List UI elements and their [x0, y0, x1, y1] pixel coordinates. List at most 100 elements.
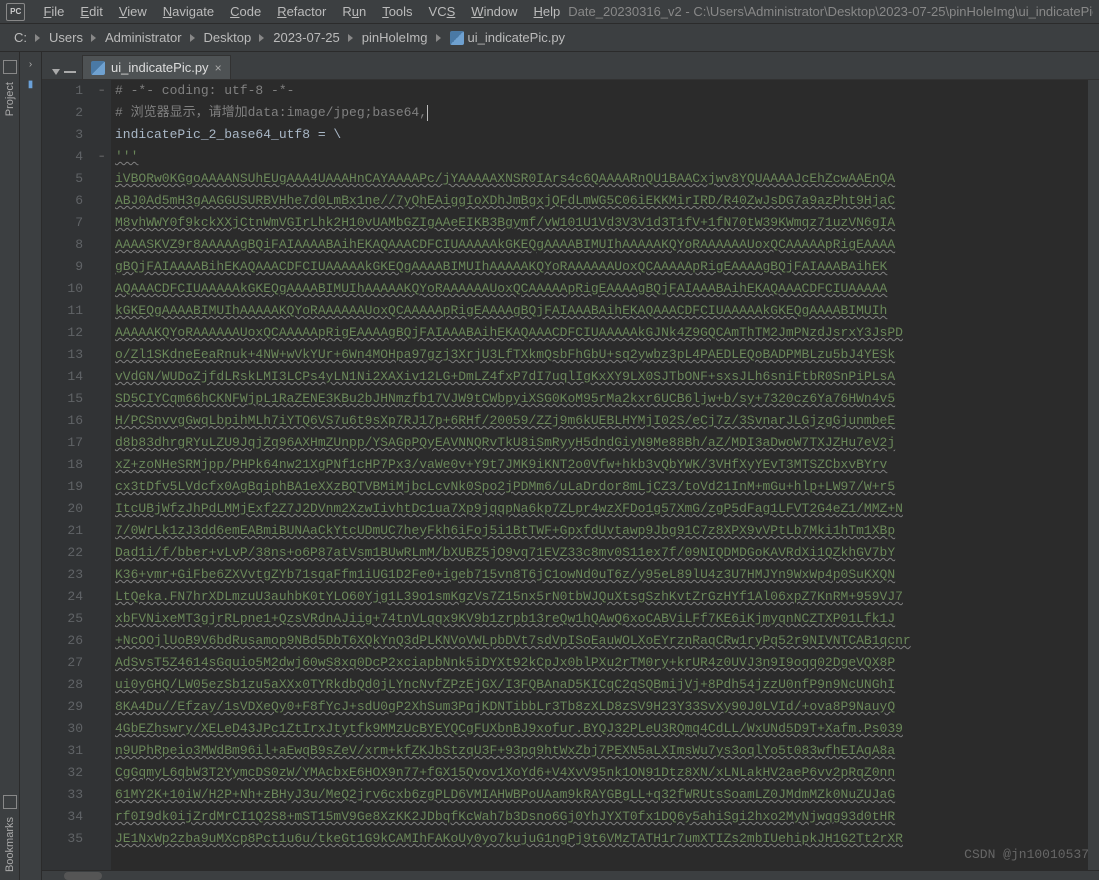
menu-code[interactable]: Code [222, 4, 269, 19]
structure-icon[interactable]: ▮ [21, 74, 41, 94]
code-line[interactable]: # 浏览器显示，请增加data:image/jpeg;base64, [111, 102, 1087, 124]
code-content[interactable]: # -*- coding: utf-8 -*-# 浏览器显示，请增加data:i… [111, 80, 1087, 870]
bookmarks-tool-icon[interactable] [3, 795, 17, 809]
tabs-minimize-icon[interactable] [64, 71, 76, 73]
fold-marker[interactable] [97, 630, 111, 652]
code-line[interactable]: JE1NxWp2zba9uMXcp8Pct1u6u/tkeGt1G9kCAMIh… [111, 828, 1087, 850]
fold-marker[interactable] [97, 476, 111, 498]
fold-marker[interactable] [97, 498, 111, 520]
code-line[interactable]: SD5CIYCqm66hCKNFWjpL1RaZENE3KBu2bJHNmzfb… [111, 388, 1087, 410]
fold-marker[interactable] [97, 718, 111, 740]
fold-marker[interactable] [97, 828, 111, 850]
code-line[interactable]: ABJ0Ad5mH3gAAGGUSURBVHhe7d0LmBx1ne//7yQh… [111, 190, 1087, 212]
fold-marker[interactable] [97, 586, 111, 608]
fold-marker[interactable] [97, 762, 111, 784]
code-line[interactable]: M8vhWWY0f9kckXXjCtnWmVGIrLhk2H10vUAMbGZI… [111, 212, 1087, 234]
fold-marker[interactable] [97, 146, 111, 168]
fold-marker[interactable] [97, 454, 111, 476]
menu-view[interactable]: View [111, 4, 155, 19]
scrollbar-thumb[interactable] [64, 872, 102, 880]
code-line[interactable]: indicatePic_2_base64_utf8 = \ [111, 124, 1087, 146]
menu-help[interactable]: Help [526, 4, 569, 19]
code-line[interactable]: vVdGN/WUDoZjfdLRskLMI3LCPs4yLN1Ni2XAXiv1… [111, 366, 1087, 388]
code-line[interactable]: Dad1i/f/bber+vLvP/38ns+o6P87atVsm1BUwRLm… [111, 542, 1087, 564]
code-line[interactable]: +NcOOjlUoB9V6bdRusamop9NBd5DbT6XQkYnQ3dP… [111, 630, 1087, 652]
fold-marker[interactable] [97, 784, 111, 806]
fold-marker[interactable] [97, 520, 111, 542]
code-line[interactable]: CgGqmyL6qbW3T2YymcDS0zW/YMAcbxE6HOX9n77+… [111, 762, 1087, 784]
breadcrumb-item[interactable]: 2023-07-25 [265, 30, 348, 45]
fold-marker[interactable] [97, 366, 111, 388]
code-line[interactable]: rf0I9dk0ijZrdMrCI1Q2S8+mST15mV9Ge8XzKK2J… [111, 806, 1087, 828]
scrollbar-horizontal[interactable] [42, 870, 1099, 880]
code-line[interactable]: AQAAACDFCIUAAAAAkGKEQgAAAABIMUIhAAAAAKQY… [111, 278, 1087, 300]
menu-file[interactable]: File [35, 4, 72, 19]
code-line[interactable]: gBQjFAIAAAABihEKAQAAACDFCIUAAAAAkGKEQgAA… [111, 256, 1087, 278]
code-line[interactable]: LtQeka.FN7hrXDLmzuU3auhbK0tYLO60Yjg1L39o… [111, 586, 1087, 608]
code-line[interactable]: cx3tDfv5LVdcfx0AgBqiphBA1eXXzBQTVBMiMjbc… [111, 476, 1087, 498]
tabs-dropdown-icon[interactable] [52, 69, 60, 75]
fold-marker[interactable] [97, 190, 111, 212]
menu-refactor[interactable]: Refactor [269, 4, 334, 19]
code-line[interactable]: iVBORw0KGgoAAAANSUhEUgAAA4UAAAHnCAYAAAAP… [111, 168, 1087, 190]
fold-marker[interactable] [97, 388, 111, 410]
fold-marker[interactable] [97, 696, 111, 718]
fold-marker[interactable] [97, 740, 111, 762]
menu-window[interactable]: Window [463, 4, 525, 19]
fold-marker[interactable] [97, 542, 111, 564]
menu-tools[interactable]: Tools [374, 4, 420, 19]
fold-marker[interactable] [97, 432, 111, 454]
breadcrumb-item[interactable]: Users [41, 30, 91, 45]
fold-marker[interactable] [97, 652, 111, 674]
fold-marker[interactable] [97, 564, 111, 586]
fold-marker[interactable] [97, 256, 111, 278]
menu-navigate[interactable]: Navigate [155, 4, 222, 19]
code-line[interactable]: 4GbEZhswry/XELeD43JPc1ZtIrxJtytfk9MMzUcB… [111, 718, 1087, 740]
code-line[interactable]: AdSvsT5Z4614sGquio5M2dwj60wS8xq0DcP2xcia… [111, 652, 1087, 674]
fold-marker[interactable] [97, 300, 111, 322]
code-line[interactable]: 8KA4Du//Efzay/1sVDXeQy0+F8fYcJ+sdU0gP2Xh… [111, 696, 1087, 718]
fold-marker[interactable] [97, 322, 111, 344]
fold-marker[interactable] [97, 80, 111, 102]
fold-marker[interactable] [97, 410, 111, 432]
fold-marker[interactable] [97, 674, 111, 696]
code-line[interactable]: # -*- coding: utf-8 -*- [111, 80, 1087, 102]
bookmarks-tool-label[interactable]: Bookmarks [4, 817, 16, 872]
breadcrumb-item[interactable]: Administrator [97, 30, 190, 45]
code-line[interactable]: K36+vmr+GiFbe6ZXVvtgZYb71sqaFfm1iUG1D2Fe… [111, 564, 1087, 586]
tab-ui-indicatepic[interactable]: ui_indicatePic.py × [82, 55, 231, 79]
project-tool-label[interactable]: Project [4, 82, 16, 116]
code-line[interactable]: H/PCSnvvgGwqLbpihMLh7iYTQ6VS7u6t9sXp7RJ1… [111, 410, 1087, 432]
code-line[interactable]: AAAAAKQYoRAAAAAAUoxQCAAAAApRigEAAAAgBQjF… [111, 322, 1087, 344]
code-line[interactable]: AAAASKVZ9r8AAAAAgBQiFAIAAAABAihEKAQAAACD… [111, 234, 1087, 256]
breadcrumb-item[interactable]: ui_indicatePic.py [442, 30, 574, 45]
breadcrumb-item[interactable]: Desktop [196, 30, 260, 45]
scrollbar-vertical[interactable] [1087, 80, 1099, 870]
code-line[interactable]: 61MY2K+10iW/H2P+Nh+zBHyJ3u/MeQ2jrv6cxb6z… [111, 784, 1087, 806]
project-tool-icon[interactable] [3, 60, 17, 74]
fold-marker[interactable] [97, 212, 111, 234]
fold-marker[interactable] [97, 806, 111, 828]
code-editor[interactable]: 1234567891011121314151617181920212223242… [42, 80, 1099, 870]
code-line[interactable]: kGKEQgAAAABIMUIhAAAAAKQYoRAAAAAAUoxQCAAA… [111, 300, 1087, 322]
fold-marker[interactable] [97, 608, 111, 630]
menu-vcs[interactable]: VCS [421, 4, 464, 19]
breadcrumb-item[interactable]: C: [6, 30, 35, 45]
code-line[interactable]: ''' [111, 146, 1087, 168]
code-line[interactable]: xZ+zoNHeSRMjpp/PHPk64nw21XgPNf1cHP7Px3/v… [111, 454, 1087, 476]
code-line[interactable]: d8b83dhrgRYuLZU9JqjZq96AXHmZUnpp/YSAGpPQ… [111, 432, 1087, 454]
close-icon[interactable]: × [215, 61, 222, 75]
fold-marker[interactable] [97, 124, 111, 146]
code-line[interactable]: ItcUBjWfzJhPdLMMjExf2Z7J2DVnm2XzwIivhtDc… [111, 498, 1087, 520]
fold-marker[interactable] [97, 234, 111, 256]
breadcrumb-item[interactable]: pinHoleImg [354, 30, 436, 45]
code-line[interactable]: ui0yGHQ/LW05ezSb1zu5aXXx0TYRkdbQd0jLYncN… [111, 674, 1087, 696]
expand-right-icon[interactable]: › [21, 54, 41, 74]
fold-marker[interactable] [97, 278, 111, 300]
menu-edit[interactable]: Edit [72, 4, 110, 19]
code-line[interactable]: xbFVNixeMT3gjrRLpne1+QzsVRdnAJiig+74tnVL… [111, 608, 1087, 630]
fold-marker[interactable] [97, 168, 111, 190]
code-line[interactable]: n9UPhRpeio3MWdBm96il+aEwqB9sZeV/xrm+kfZK… [111, 740, 1087, 762]
menu-run[interactable]: Run [334, 4, 374, 19]
fold-marker[interactable] [97, 344, 111, 366]
